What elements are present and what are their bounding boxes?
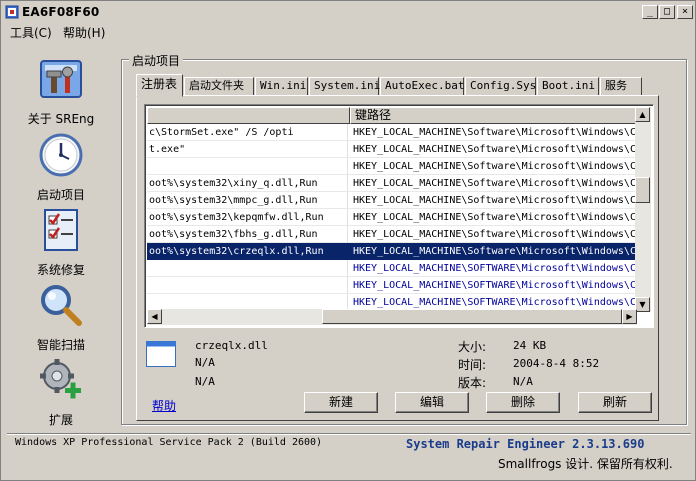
row-keypath: HKEY_LOCAL_MACHINE\Software\Microsoft\Wi… xyxy=(353,229,636,240)
row-value: oot%\system32\fbhs_g.dll,Run xyxy=(147,226,348,242)
scroll-thumb-vertical[interactable] xyxy=(635,177,650,203)
table-row-selected[interactable]: oot%\system32\crzeqlx.dll,Run HKEY_LOCAL_… xyxy=(147,243,636,260)
row-keypath: HKEY_LOCAL_MACHINE\Software\Microsoft\Wi… xyxy=(353,161,636,172)
row-value: t.exe" xyxy=(147,141,348,157)
table-row[interactable]: oot%\system32\xiny_q.dll,Run HKEY_LOCAL_M… xyxy=(147,175,636,192)
scroll-right-icon[interactable]: ▶ xyxy=(622,309,637,324)
row-value: c\StormSet.exe" /S /opti xyxy=(147,124,348,140)
nav-about-label: 关于 SREng xyxy=(27,112,95,126)
table-row[interactable]: oot%\system32\mmpc_g.dll,Run HKEY_LOCAL_M… xyxy=(147,192,636,209)
tools-icon xyxy=(40,60,82,98)
group-title: 启动项目 xyxy=(129,52,184,69)
row-keypath: HKEY_LOCAL_MACHINE\Software\Microsoft\Wi… xyxy=(353,212,636,223)
nav-repair[interactable]: 系统修复 xyxy=(17,206,105,278)
scroll-thumb-horizontal[interactable] xyxy=(322,309,622,324)
scroll-left-icon[interactable]: ◀ xyxy=(147,309,162,324)
table-row[interactable]: oot%\system32\fbhs_g.dll,Run HKEY_LOCAL_M… xyxy=(147,226,636,243)
nav-scan-label: 智能扫描 xyxy=(36,338,85,352)
app-icon xyxy=(5,5,19,19)
row-value xyxy=(147,260,348,276)
tab-boot-ini[interactable]: Boot.ini xyxy=(537,77,599,96)
new-button[interactable]: 新建 xyxy=(304,392,378,413)
help-link[interactable]: 帮助 xyxy=(152,397,176,414)
tab-startup-folder[interactable]: 启动文件夹 xyxy=(184,77,254,96)
minimize-button[interactable]: _ xyxy=(642,5,658,19)
version-label: 版本: xyxy=(458,376,487,390)
delete-button[interactable]: 删除 xyxy=(486,392,560,413)
row-value xyxy=(147,158,348,174)
table-row[interactable]: t.exe" HKEY_LOCAL_MACHINE\Software\Micros… xyxy=(147,141,636,158)
row-keypath: HKEY_LOCAL_MACHINE\Software\Microsoft\Wi… xyxy=(353,195,636,206)
horizontal-scrollbar[interactable]: ◀ ▶ xyxy=(147,309,637,325)
tab-registry[interactable]: 注册表 xyxy=(136,74,183,97)
row-keypath: HKEY_LOCAL_MACHINE\SOFTWARE\Microsoft\Wi… xyxy=(353,280,636,291)
magnifier-icon xyxy=(41,285,82,326)
row-value xyxy=(147,277,348,293)
row-value: oot%\system32\xiny_q.dll,Run xyxy=(147,175,348,191)
main-window: EA6F08F60 _ □ × 工具(C) 帮助(H) 关于 SREng 启动项… xyxy=(0,0,696,481)
copyright-text: Smallfrogs 设计. 保留所有权利. xyxy=(498,457,673,471)
window-title: EA6F08F60 xyxy=(22,5,100,19)
size-value: 24 KB xyxy=(513,339,547,352)
table-row[interactable]: c\StormSet.exe" /S /opti HKEY_LOCAL_MACHI… xyxy=(147,124,636,141)
time-value: 2004-8-4 8:52 xyxy=(513,357,600,370)
product-version-text: System Repair Engineer 2.3.13.690 xyxy=(406,437,645,451)
title-bar[interactable]: EA6F08F60 _ □ × xyxy=(2,2,694,22)
scroll-up-icon[interactable]: ▲ xyxy=(635,107,650,122)
list-header: 键路径 xyxy=(147,107,637,124)
maximize-button[interactable]: □ xyxy=(659,5,675,19)
nav-startup[interactable]: 启动项目 xyxy=(17,131,105,203)
menu-help[interactable]: 帮助(H) xyxy=(63,24,105,41)
file-company: N/A xyxy=(195,356,215,369)
file-icon xyxy=(146,341,176,367)
tab-autoexec-bat[interactable]: AutoExec.bat xyxy=(380,77,464,96)
row-keypath: HKEY_LOCAL_MACHINE\SOFTWARE\Microsoft\Wi… xyxy=(353,263,636,274)
row-keypath: HKEY_LOCAL_MACHINE\Software\Microsoft\Wi… xyxy=(353,178,636,189)
file-name: crzeqlx.dll xyxy=(195,339,268,352)
row-keypath: HKEY_LOCAL_MACHINE\Software\Microsoft\Wi… xyxy=(353,144,636,155)
registry-listview[interactable]: 键路径 c\StormSet.exe" /S /opti HKEY_LOCAL_M… xyxy=(144,104,654,328)
tab-system-ini[interactable]: System.ini xyxy=(309,77,380,96)
nav-scan[interactable]: 智能扫描 xyxy=(17,281,105,353)
column-header-value[interactable] xyxy=(147,107,350,124)
table-row[interactable]: HKEY_LOCAL_MACHINE\SOFTWARE\Microsoft\Wi… xyxy=(147,277,636,294)
nav-repair-label: 系统修复 xyxy=(36,263,85,277)
table-row[interactable]: oot%\system32\kepqmfw.dll,Run HKEY_LOCAL_… xyxy=(147,209,636,226)
scroll-down-icon[interactable]: ▼ xyxy=(635,297,650,312)
nav-about[interactable]: 关于 SREng xyxy=(17,55,105,127)
tab-config-sys[interactable]: Config.Sys xyxy=(465,77,536,96)
nav-extend[interactable]: 扩展 xyxy=(17,356,105,428)
close-button[interactable]: × xyxy=(677,5,693,19)
gear-plus-icon xyxy=(40,359,81,399)
column-header-keypath[interactable]: 键路径 xyxy=(350,107,637,124)
row-keypath: HKEY_LOCAL_MACHINE\Software\Microsoft\Wi… xyxy=(353,246,636,257)
checklist-icon xyxy=(44,209,78,251)
row-value: oot%\system32\kepqmfw.dll,Run xyxy=(147,209,348,225)
refresh-button[interactable]: 刷新 xyxy=(578,392,652,413)
table-row[interactable]: HKEY_LOCAL_MACHINE\SOFTWARE\Microsoft\Wi… xyxy=(147,260,636,277)
size-label: 大小: xyxy=(458,340,487,354)
row-value: oot%\system32\crzeqlx.dll,Run xyxy=(147,243,348,260)
row-value: oot%\system32\mmpc_g.dll,Run xyxy=(147,192,348,208)
edit-button[interactable]: 编辑 xyxy=(395,392,469,413)
nav-startup-label: 启动项目 xyxy=(36,188,85,202)
table-row[interactable]: HKEY_LOCAL_MACHINE\Software\Microsoft\Wi… xyxy=(147,158,636,175)
version-value: N/A xyxy=(513,375,533,388)
nav-extend-label: 扩展 xyxy=(48,413,73,427)
menu-bar: 工具(C) 帮助(H) xyxy=(1,22,695,42)
file-description: N/A xyxy=(195,375,215,388)
os-version-text: Windows XP Professional Service Pack 2 (… xyxy=(15,437,323,448)
menu-tools[interactable]: 工具(C) xyxy=(10,24,52,41)
time-label: 时间: xyxy=(458,358,487,372)
row-keypath: HKEY_LOCAL_MACHINE\Software\Microsoft\Wi… xyxy=(353,127,636,138)
vertical-scrollbar[interactable]: ▲ ▼ xyxy=(635,107,651,312)
clock-icon xyxy=(39,133,83,177)
tab-services[interactable]: 服务 xyxy=(600,77,642,96)
tab-win-ini[interactable]: Win.ini xyxy=(255,77,308,96)
